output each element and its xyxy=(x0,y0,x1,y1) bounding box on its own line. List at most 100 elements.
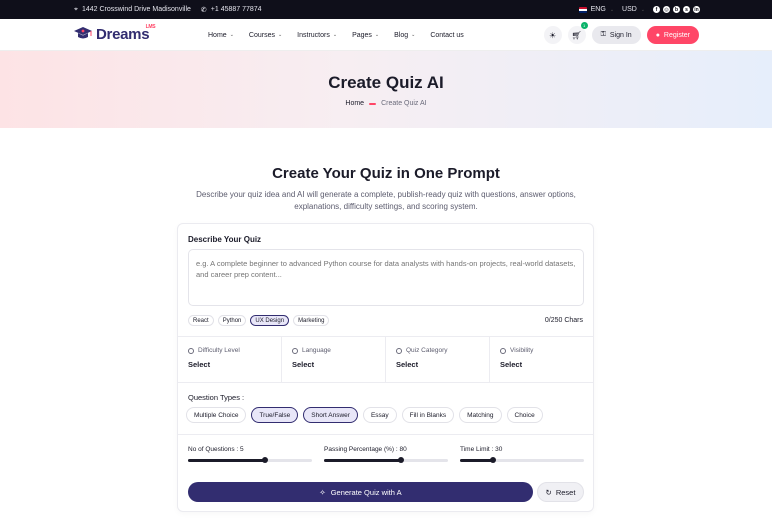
breadcrumb-separator xyxy=(369,102,377,105)
magic-wand-icon: ✧ xyxy=(319,487,326,497)
breadcrumb: Home Create Quiz AI xyxy=(0,100,772,107)
nav-item-pages[interactable]: Pages ⌄ xyxy=(352,32,379,39)
chevron-down-icon: ⌄ xyxy=(411,32,416,38)
tag-react[interactable]: React xyxy=(188,315,214,326)
qtype-matching[interactable]: Matching xyxy=(459,407,502,423)
generate-quiz-button[interactable]: ✧ Generate Quiz with A xyxy=(188,482,533,502)
top-info-bar: ⌖ 1442 Crosswind Drive Madisonville ✆ +1… xyxy=(0,0,772,19)
reset-label: Reset xyxy=(555,487,576,497)
chevron-down-icon: ⌄ xyxy=(332,32,338,38)
currency-selector[interactable]: USD ⌄ xyxy=(622,6,645,13)
difficulty-select[interactable]: Difficulty Level Select xyxy=(178,336,282,382)
select-value: Select xyxy=(500,360,523,369)
section-title: Create Your Quiz in One Prompt xyxy=(272,165,500,182)
nav-item-instructors[interactable]: Instructors ⌄ xyxy=(297,32,337,39)
breadcrumb-home[interactable]: Home xyxy=(345,100,364,107)
suggestion-tags: React Python UX Design Marketing xyxy=(188,315,330,326)
nav-item-home[interactable]: Home ⌄ xyxy=(208,32,234,39)
language-select[interactable]: Language Select xyxy=(282,336,386,382)
quiz-settings-row: Difficulty Level Select Language Select … xyxy=(178,336,593,382)
language-label: ENG xyxy=(590,6,606,13)
lock-icon: ⚿ xyxy=(600,31,606,38)
linkedin-icon[interactable]: in xyxy=(693,6,700,13)
slider-fill xyxy=(188,459,265,462)
slider-fill xyxy=(324,459,401,462)
qtype-true-false[interactable]: True/False xyxy=(251,407,299,423)
slider-handle[interactable] xyxy=(261,457,268,463)
select-value: Select xyxy=(188,360,211,369)
slider-track[interactable] xyxy=(460,457,584,463)
uk-flag-icon xyxy=(578,6,587,13)
refresh-icon: ↻ xyxy=(545,487,552,497)
instagram-icon[interactable]: ◎ xyxy=(663,6,670,13)
slider-handle[interactable] xyxy=(490,457,497,463)
cart-button[interactable]: 🛒︎ 1 xyxy=(567,22,588,44)
passing-percentage-slider[interactable]: Passing Percentage (%) : 80 xyxy=(324,446,448,463)
visibility-select[interactable]: Visibility Select xyxy=(490,336,593,382)
quiz-sliders: No of Questions : 5 Passing Percentage (… xyxy=(188,446,584,463)
main-navbar: Dreams LMS Home ⌄ Courses ⌄ Instructors … xyxy=(0,19,772,51)
section-description: Describe your quiz idea and AI will gene… xyxy=(196,190,576,211)
question-types: Multiple Choice True/False Short Answer … xyxy=(186,407,543,423)
nav-label: Contact us xyxy=(430,31,464,39)
slider-track[interactable] xyxy=(188,457,312,463)
sign-in-label: Sign In xyxy=(609,31,632,39)
reset-button[interactable]: ↻ Reset xyxy=(537,482,584,502)
chevron-down-icon: ⌄ xyxy=(374,32,380,38)
slider-track[interactable] xyxy=(324,457,448,463)
divider xyxy=(178,434,593,435)
facebook-icon[interactable]: f xyxy=(653,6,660,13)
questions-slider[interactable]: No of Questions : 5 xyxy=(188,446,312,463)
slider-fill xyxy=(460,459,494,462)
nav-label: Pages xyxy=(352,31,372,39)
tag-ux-design[interactable]: UX Design xyxy=(250,315,290,326)
tag-marketing[interactable]: Marketing xyxy=(293,315,330,326)
chevron-down-icon: ⌄ xyxy=(640,6,645,13)
nav-item-blog[interactable]: Blog ⌄ xyxy=(394,32,415,39)
char-counter: 0/250 Chars xyxy=(544,317,583,324)
qtype-fill-in-blanks[interactable]: Fill in Blanks xyxy=(401,407,455,423)
select-label: Visibility xyxy=(510,347,534,354)
form-title: Describe Your Quiz xyxy=(188,235,262,244)
nav-item-contact[interactable]: Contact us xyxy=(430,32,463,39)
phone-icon: ✆ xyxy=(200,6,207,14)
theme-toggle-button[interactable]: ☀ xyxy=(543,26,562,44)
nav-label: Blog xyxy=(394,31,409,39)
primary-menu: Home ⌄ Courses ⌄ Instructors ⌄ Pages ⌄ B… xyxy=(208,19,464,51)
select-label: Difficulty Level xyxy=(198,347,240,354)
cart-count-badge: 1 xyxy=(580,22,588,29)
cart-icon: 🛒︎ xyxy=(571,30,582,40)
category-select[interactable]: Quiz Category Select xyxy=(386,336,490,382)
tag-python[interactable]: Python xyxy=(217,315,247,326)
behance-icon[interactable]: b xyxy=(673,6,680,13)
sign-in-button[interactable]: ⚿ Sign In xyxy=(591,26,641,44)
address-info: ⌖ 1442 Crosswind Drive Madisonville xyxy=(74,6,191,14)
info-icon xyxy=(188,347,194,354)
nav-item-courses[interactable]: Courses ⌄ xyxy=(249,32,282,39)
time-limit-slider[interactable]: Time Limit : 30 xyxy=(460,446,584,463)
qtype-short-answer[interactable]: Short Answer xyxy=(303,407,358,423)
breadcrumb-current: Create Quiz AI xyxy=(381,100,427,107)
phone-info: ✆ +1 45887 77874 xyxy=(201,6,262,14)
register-label: Register xyxy=(663,31,690,39)
generate-label: Generate Quiz with A xyxy=(330,487,402,497)
divider xyxy=(178,382,593,383)
quiz-form-card: Describe Your Quiz React Python UX Desig… xyxy=(177,223,594,512)
question-types-label: Question Types : xyxy=(188,393,245,402)
select-value: Select xyxy=(396,360,419,369)
slider-handle[interactable] xyxy=(397,457,404,463)
social-links: f ◎ b s in xyxy=(653,6,700,13)
chevron-down-icon: ⌄ xyxy=(229,32,234,38)
nav-label: Courses xyxy=(248,31,275,39)
language-selector[interactable]: ENG ⌄ xyxy=(578,6,614,13)
qtype-choice[interactable]: Choice xyxy=(506,407,543,423)
brand-logo[interactable]: Dreams LMS xyxy=(73,24,156,43)
location-pin-icon: ⌖ xyxy=(74,5,78,13)
skype-icon[interactable]: s xyxy=(683,6,690,13)
select-label: Language xyxy=(302,347,331,354)
register-button[interactable]: ● Register xyxy=(646,26,699,44)
qtype-essay[interactable]: Essay xyxy=(362,407,397,423)
layers-icon xyxy=(396,347,402,354)
qtype-multiple-choice[interactable]: Multiple Choice xyxy=(186,407,247,423)
quiz-description-input[interactable] xyxy=(188,249,584,306)
